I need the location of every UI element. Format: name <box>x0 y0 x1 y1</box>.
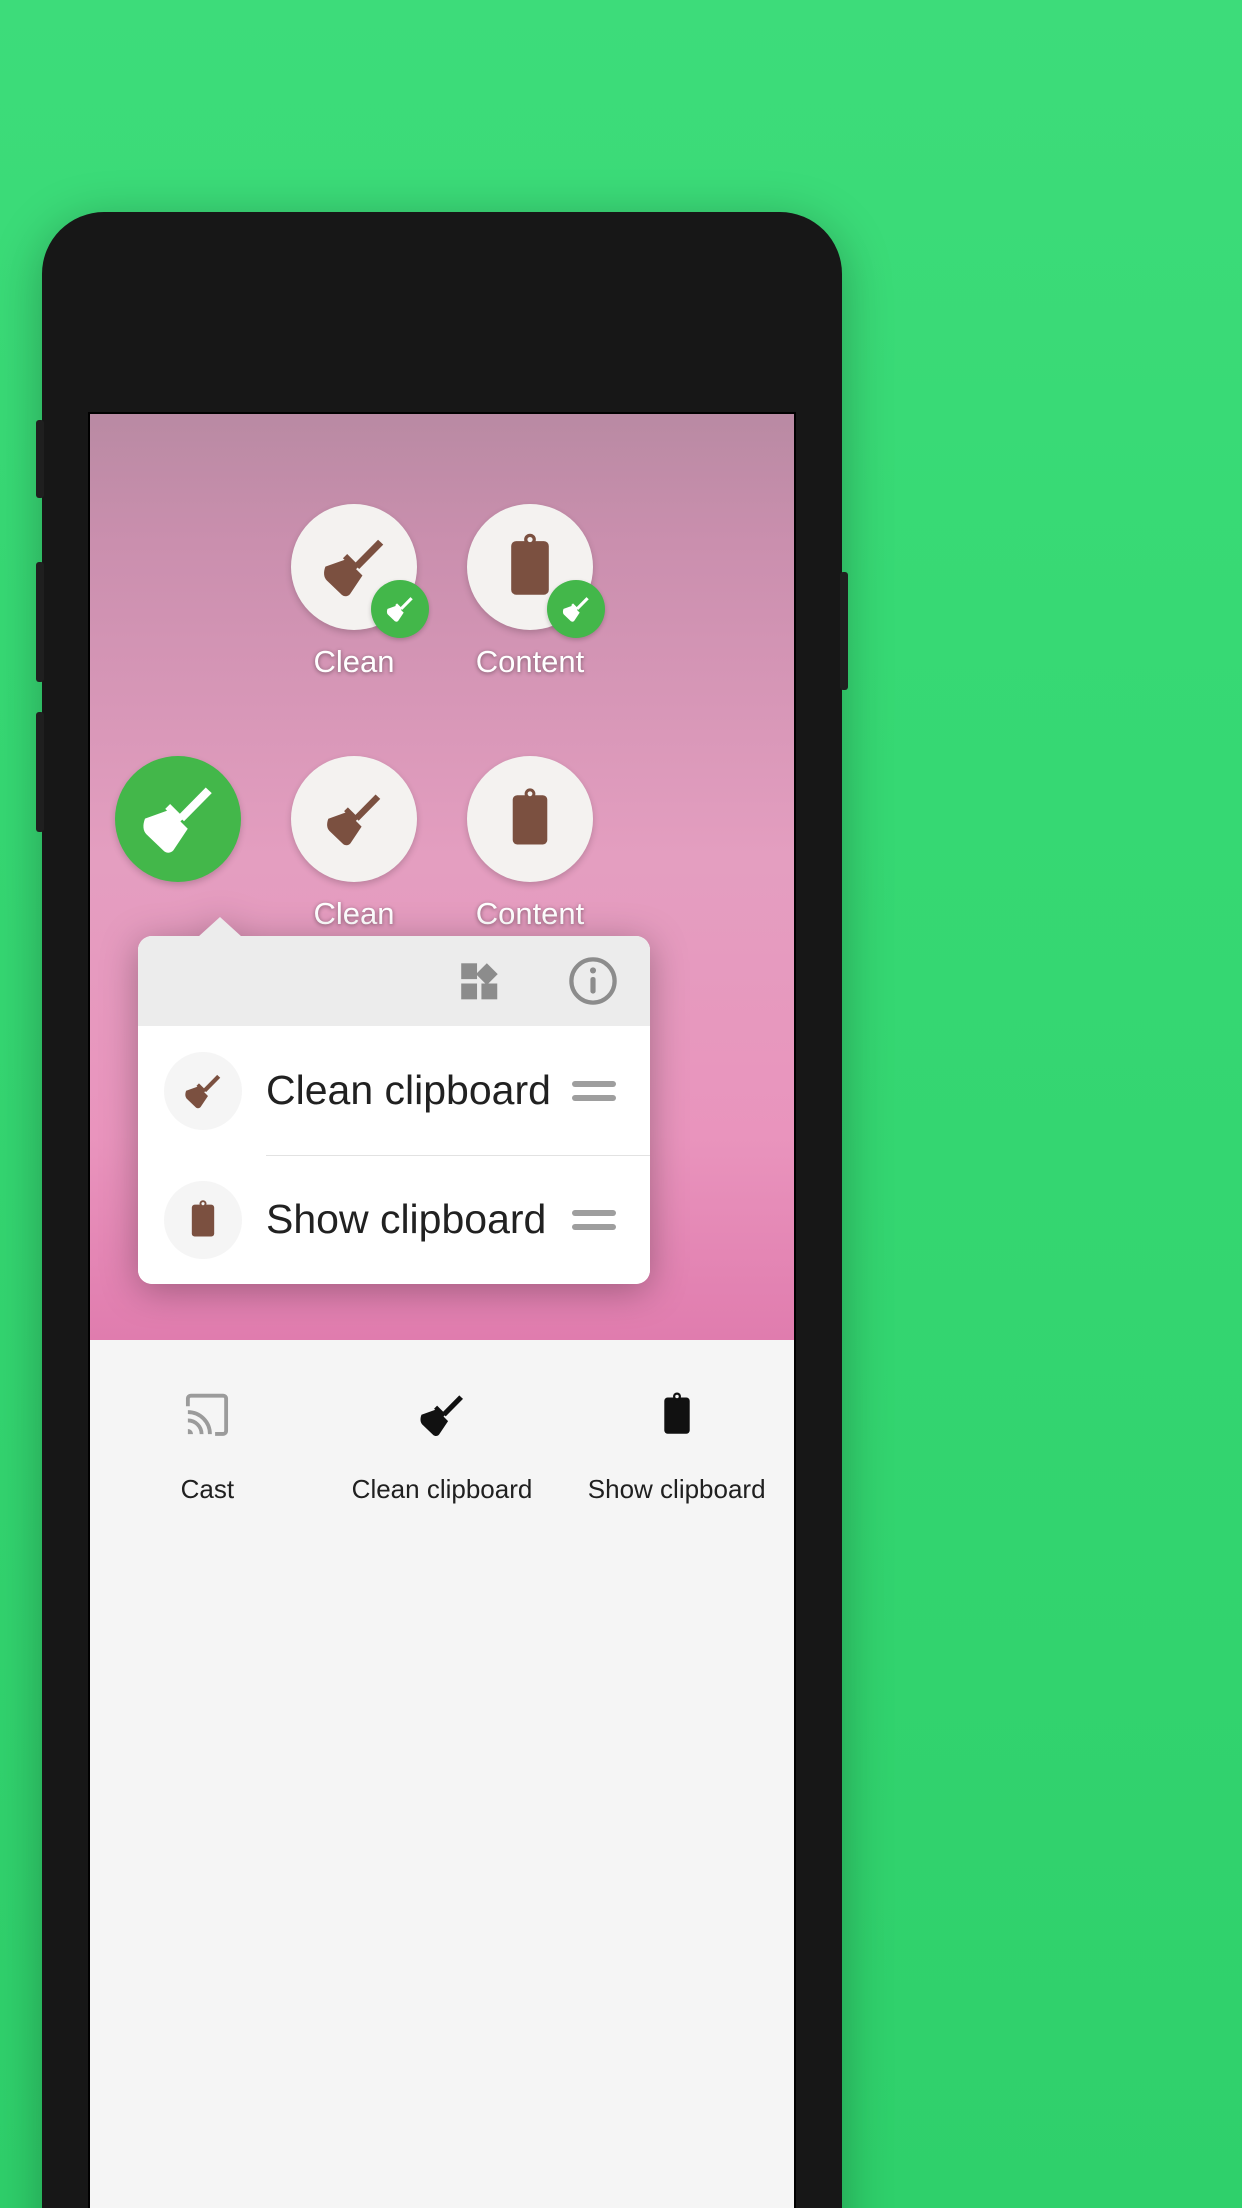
home-screen-wallpaper: Clean Content Clean Content Clean clipbo… <box>90 414 794 1340</box>
drag-handle-bar <box>572 1094 616 1101</box>
clipboard-icon <box>164 1180 242 1259</box>
drag-handle-bar <box>572 1209 616 1216</box>
device-power-button <box>840 572 848 690</box>
app-icon-wrap[interactable] <box>291 756 417 882</box>
home-icon-slot-empty <box>90 504 266 680</box>
home-icon-row-2: Clean Content <box>90 756 794 932</box>
broom-icon <box>291 756 417 882</box>
drag-handle-bar <box>572 1223 616 1230</box>
home-icon-label: Clean <box>313 896 395 931</box>
app-icon-wrap[interactable] <box>291 504 429 638</box>
bottom-tab-clean-clipboard[interactable]: Clean clipboard <box>325 1384 560 1505</box>
home-icon-clean-selected[interactable]: Clean <box>90 756 266 932</box>
broom-icon <box>115 756 241 882</box>
drag-handle-bar <box>572 1080 616 1087</box>
drag-handle-icon[interactable] <box>572 1209 616 1230</box>
bottom-tab-show-clipboard[interactable]: Show clipboard <box>559 1384 794 1505</box>
phone-screen: Clean Content Clean Content Clean clipbo… <box>88 412 796 2208</box>
home-icon-label: Content <box>475 644 585 679</box>
popup-body: Clean clipboard Show clipboard <box>138 936 650 1284</box>
device-side-button <box>36 420 44 498</box>
clipboard-icon <box>652 1384 702 1446</box>
clipboard-icon <box>467 756 593 882</box>
menu-item-label: Show clipboard <box>266 1196 547 1242</box>
device-volume-up-button <box>36 562 44 682</box>
bottom-tab-cast[interactable]: Cast <box>90 1384 325 1505</box>
bottom-tab-label: Cast <box>180 1474 235 1504</box>
home-icon-clean[interactable]: Clean <box>266 504 442 680</box>
phone-device-frame: Clean Content Clean Content Clean clipbo… <box>36 212 848 2208</box>
bottom-tab-label: Show clipboard <box>587 1474 766 1504</box>
home-icon-content[interactable]: Content <box>442 756 618 932</box>
home-icon-row-1: Clean Content <box>90 504 794 680</box>
home-icon-label: Content <box>475 896 585 931</box>
home-icon-clean[interactable]: Clean <box>266 756 442 932</box>
app-icon-wrap[interactable] <box>467 504 605 638</box>
broom-icon <box>414 1384 470 1446</box>
broom-icon <box>164 1051 242 1130</box>
popup-arrow <box>198 917 242 937</box>
drag-handle-icon[interactable] <box>572 1080 616 1101</box>
home-icon-content[interactable]: Content <box>442 504 618 680</box>
home-icon-slot-empty <box>618 756 794 932</box>
cast-icon <box>180 1384 234 1446</box>
widgets-icon[interactable] <box>454 954 508 1008</box>
device-volume-down-button <box>36 712 44 832</box>
promo-canvas: Clean Content Clean Content Clean clipbo… <box>0 0 1242 2208</box>
shortcut-popup-menu: Clean clipboard Show clipboard <box>138 917 650 1284</box>
app-icon-wrap[interactable] <box>467 756 593 882</box>
clean-badge-icon <box>371 580 429 638</box>
menu-item-show-clipboard[interactable]: Show clipboard <box>138 1155 650 1284</box>
bottom-navigation-bar: Cast Clean clipboard Show clipboard <box>90 1340 794 2208</box>
home-icon-slot-empty <box>618 504 794 680</box>
home-icon-label: Clean <box>313 644 395 679</box>
popup-header <box>138 936 650 1026</box>
app-icon-wrap[interactable] <box>115 756 241 882</box>
info-icon[interactable] <box>566 954 620 1008</box>
menu-item-clean-clipboard[interactable]: Clean clipboard <box>138 1026 650 1155</box>
clean-badge-icon <box>547 580 605 638</box>
menu-item-label: Clean clipboard <box>266 1067 551 1113</box>
bottom-tab-label: Clean clipboard <box>351 1474 533 1504</box>
